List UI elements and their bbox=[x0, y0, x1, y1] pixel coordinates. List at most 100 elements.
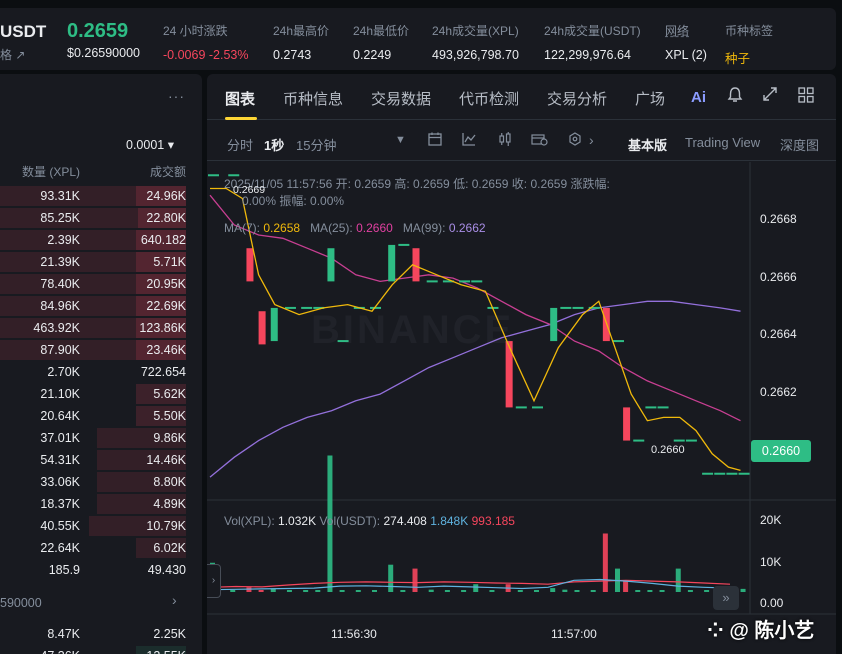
ohlc-line: 2025/11/05 11:57:56 开: 0.2659 高: 0.2659 … bbox=[224, 177, 610, 191]
ask-row[interactable]: 78.40K 20.95K bbox=[0, 273, 186, 295]
ask-row[interactable]: 2.39K 640.182 bbox=[0, 229, 186, 251]
ma7-name: MA(7): bbox=[224, 221, 260, 235]
calendar-icon[interactable] bbox=[427, 131, 443, 152]
volume-bar bbox=[303, 590, 309, 592]
view-depth[interactable]: 深度图 bbox=[780, 135, 819, 154]
bid-row[interactable]: 8.47K 2.25K bbox=[0, 623, 186, 645]
tag-badge[interactable]: 种子 bbox=[725, 48, 773, 67]
volume-bar bbox=[412, 568, 418, 592]
candle-doji bbox=[208, 174, 219, 177]
ask-row[interactable]: 37.01K 9.86K bbox=[0, 427, 186, 449]
ask-row[interactable]: 85.25K 22.80K bbox=[0, 207, 186, 229]
ask-row[interactable]: 33.06K 8.80K bbox=[0, 471, 186, 493]
stat-24h-volume-usdt: 24h成交量(USDT) 122,299,976.64 bbox=[544, 22, 641, 62]
caret-down-icon[interactable]: ▼ bbox=[395, 134, 406, 146]
volume-bar bbox=[590, 590, 596, 592]
candle-style-icon[interactable] bbox=[497, 131, 513, 152]
grid-icon[interactable] bbox=[797, 86, 815, 109]
volume-bar bbox=[400, 590, 406, 592]
ask-row[interactable]: 84.96K 22.69K bbox=[0, 295, 186, 317]
ask-row[interactable]: 54.31K 14.46K bbox=[0, 449, 186, 471]
ask-row[interactable]: 21.39K 5.71K bbox=[0, 251, 186, 273]
ask-row[interactable]: 18.37K 4.89K bbox=[0, 493, 186, 515]
view-basic[interactable]: 基本版 bbox=[628, 135, 667, 154]
ai-icon[interactable]: Ai bbox=[691, 89, 706, 106]
chevron-right-icon[interactable]: › bbox=[172, 592, 177, 608]
symbol-subtitle[interactable]: 格 ↗ bbox=[0, 46, 25, 63]
stat-label: 网络 bbox=[665, 24, 690, 38]
stat-network[interactable]: 网络 XPL (2) bbox=[665, 22, 707, 62]
bell-icon[interactable] bbox=[727, 86, 743, 109]
volume-bar bbox=[388, 564, 394, 592]
ask-total: 5.71K bbox=[153, 255, 186, 269]
ask-total: 8.80K bbox=[153, 475, 186, 489]
bid-row[interactable]: 47.36K 12.55K bbox=[0, 645, 186, 654]
candle bbox=[270, 307, 278, 342]
volume-bar bbox=[230, 590, 236, 592]
candle-doji bbox=[714, 472, 726, 475]
ask-amount: 21.10K bbox=[40, 387, 80, 401]
ask-row[interactable]: 20.64K 5.50K bbox=[0, 405, 186, 427]
ask-row[interactable]: 40.55K 10.79K bbox=[0, 515, 186, 537]
volume-bar bbox=[635, 590, 641, 592]
volume-bar bbox=[704, 590, 710, 592]
interval-1s[interactable]: 1秒 bbox=[264, 135, 284, 154]
expand-icon[interactable] bbox=[762, 86, 778, 107]
ask-row[interactable]: 87.90K 23.46K bbox=[0, 339, 186, 361]
stat-value: 0.2743 bbox=[273, 48, 312, 62]
interval-time-share[interactable]: 分时 bbox=[227, 135, 253, 154]
volume-bar bbox=[623, 580, 629, 592]
ask-total: 5.62K bbox=[153, 387, 186, 401]
candle-doji bbox=[426, 280, 438, 283]
ask-row[interactable]: 22.64K 6.02K bbox=[0, 537, 186, 559]
ask-row[interactable]: 2.70K 722.654 bbox=[0, 361, 186, 383]
stat-label: 币种标签 bbox=[725, 24, 774, 38]
ask-total: 22.80K bbox=[146, 211, 186, 225]
precision-select[interactable]: 0.0001 ▾ bbox=[126, 137, 174, 152]
vol-tick: 0.00 bbox=[760, 596, 784, 610]
scroll-latest-icon[interactable]: » bbox=[713, 586, 739, 610]
candle-doji bbox=[633, 439, 645, 442]
panel-toggle-icon[interactable]: › bbox=[207, 564, 221, 598]
ask-total: 640.182 bbox=[140, 233, 186, 247]
chevron-right-icon[interactable]: › bbox=[589, 132, 594, 148]
price-tick: 0.2662 bbox=[760, 385, 797, 399]
view-tradingview[interactable]: Trading View bbox=[685, 135, 760, 150]
stat-token-tag: 币种标签 种子 bbox=[725, 22, 773, 67]
ask-amount: 84.96K bbox=[40, 299, 80, 313]
interval-15m[interactable]: 15分钟 bbox=[296, 135, 336, 154]
stat-label: 24h最低价 bbox=[353, 24, 410, 38]
ask-row[interactable]: 185.9 49.430 bbox=[0, 559, 186, 581]
stat-label: 24 小时涨跌 bbox=[163, 24, 228, 38]
ask-row[interactable]: 93.31K 24.96K bbox=[0, 185, 186, 207]
stat-24h-high: 24h最高价 0.2743 bbox=[273, 22, 329, 62]
tab-token-check[interactable]: 代币检测 bbox=[459, 88, 519, 109]
volume-bar bbox=[473, 584, 479, 592]
candle-doji bbox=[726, 472, 738, 475]
candle bbox=[623, 407, 631, 441]
settings-hex-icon[interactable] bbox=[567, 131, 583, 152]
ma99-name: MA(99): bbox=[402, 221, 446, 235]
ask-total: 14.46K bbox=[146, 453, 186, 467]
stat-value: 0.2249 bbox=[353, 48, 392, 62]
candle bbox=[327, 248, 335, 282]
candle-doji bbox=[515, 406, 527, 409]
candle bbox=[550, 307, 558, 342]
tab-chart[interactable]: 图表 bbox=[225, 88, 255, 109]
ask-row[interactable]: 21.10K 5.62K bbox=[0, 383, 186, 405]
ask-amount: 2.39K bbox=[47, 233, 80, 247]
tab-coin-info[interactable]: 币种信息 bbox=[283, 88, 343, 109]
symbol-name[interactable]: USDT bbox=[0, 22, 46, 42]
drawing-tools-icon[interactable] bbox=[531, 131, 549, 152]
tab-square[interactable]: 广场 bbox=[635, 88, 665, 109]
volume-bar bbox=[339, 590, 345, 592]
candlestick-chart[interactable] bbox=[207, 162, 836, 654]
indicator-icon[interactable] bbox=[461, 131, 477, 152]
ask-amount: 40.55K bbox=[40, 519, 80, 533]
tab-trade-analysis[interactable]: 交易分析 bbox=[547, 88, 607, 109]
tab-trade-data[interactable]: 交易数据 bbox=[371, 88, 431, 109]
ask-row[interactable]: 463.92K 123.86K bbox=[0, 317, 186, 339]
stat-24h-volume-xpl: 24h成交量(XPL) 493,926,798.70 bbox=[432, 22, 519, 62]
mid-price[interactable]: 590000 bbox=[0, 596, 42, 610]
more-menu-icon[interactable]: ··· bbox=[168, 88, 185, 104]
